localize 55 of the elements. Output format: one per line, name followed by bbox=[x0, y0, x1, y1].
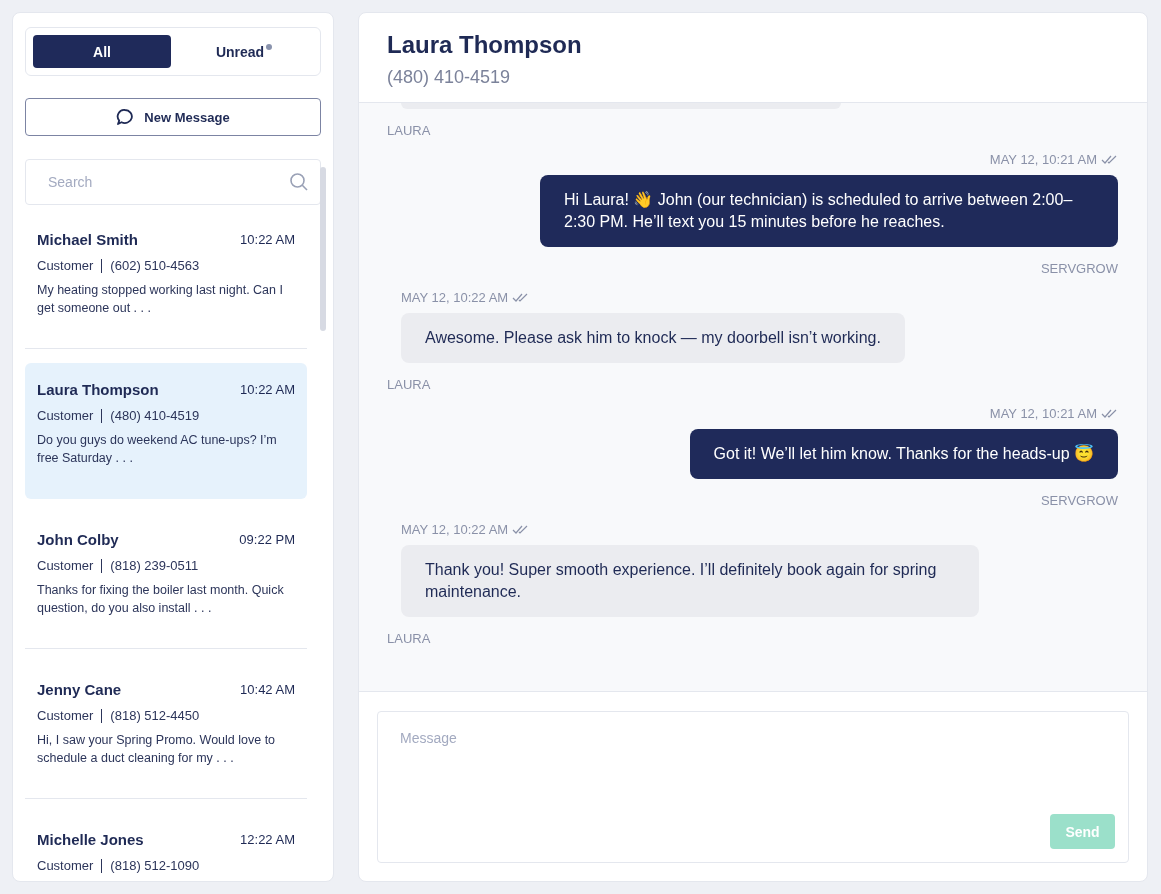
message-time: 10:22 AM bbox=[240, 382, 295, 397]
contact-role: Customer bbox=[37, 258, 94, 273]
message-preview: Hi, I saw your Spring Promo. Would love to schedule a duct cleaning for my . . . bbox=[37, 732, 277, 767]
contact-name: Laura Thompson bbox=[37, 381, 159, 398]
double-check-icon bbox=[1101, 155, 1118, 164]
double-check-icon bbox=[1101, 409, 1118, 418]
message-time: 09:22 PM bbox=[239, 532, 295, 547]
message-timestamp: MAY 12, 10:22 AM bbox=[401, 522, 509, 537]
message-bubble: Thank you! Super smooth experience. I’ll definitely book again for spring maintenance. bbox=[401, 545, 979, 617]
contact-name: Michelle Jones bbox=[37, 831, 144, 848]
contact-role: Customer bbox=[37, 408, 94, 423]
conversation-item[interactable]: Jenny Cane 10:42 AM Customer (818) 512-4450 Hi, I saw your Spring Promo. Would love to schedule a duct cleaning for my . . . bbox=[25, 663, 307, 799]
contact-name: Jenny Cane bbox=[37, 681, 122, 698]
message-time: 12:22 AM bbox=[240, 832, 295, 847]
chat-bubble-icon bbox=[116, 108, 135, 126]
conversation-item[interactable]: John Colby 09:22 PM Customer (818) 239-0511 Thanks for fixing the boiler last month. Quick question, do you also install . . . bbox=[25, 513, 307, 649]
contact-name: Michael Smith bbox=[37, 231, 138, 248]
contact-phone: (818) 512-4450 bbox=[110, 708, 200, 723]
message-time: 10:42 AM bbox=[240, 682, 295, 697]
contact-name: Laura Thompson bbox=[387, 31, 583, 59]
message-preview: My heating stopped working last night. Can I get someone out . . . bbox=[37, 282, 284, 317]
filter-tab[interactable]: All bbox=[33, 35, 171, 68]
message-bubble: Hi Laura! 👋 John (our technician) is scheduled to arrive between 2:00–2:30 PM. He’ll text you 15 minutes before he reaches. bbox=[540, 175, 1118, 247]
contact-phone: (602) 510-4563 bbox=[110, 258, 200, 273]
contact-role: Customer bbox=[37, 558, 94, 573]
message-timestamp: MAY 12, 10:22 AM bbox=[401, 290, 509, 305]
search-field[interactable]: Search bbox=[25, 159, 321, 205]
message-timestamp: MAY 12, 10:21 AM bbox=[989, 406, 1097, 421]
contact-phone: (480) 410-4519 bbox=[110, 408, 200, 423]
conversation-item[interactable]: Michelle Jones 12:22 AM Customer (818) 512-1090 bbox=[25, 813, 307, 881]
double-check-icon bbox=[512, 293, 530, 302]
sender-label: LAURA bbox=[387, 123, 431, 138]
search-icon bbox=[289, 172, 309, 192]
sender-label: LAURA bbox=[387, 631, 431, 646]
contact-phone: (818) 239-0511 bbox=[110, 558, 199, 573]
contact-name: John Colby bbox=[37, 531, 119, 548]
message-bubble: Got it! We’ll let him know. Thanks for the heads-up 😇 bbox=[689, 429, 1118, 479]
contact-role: Customer bbox=[37, 708, 94, 723]
conversation-item[interactable]: Michael Smith 10:22 AM Customer (602) 510-4563 My heating stopped working last night. Can I get someone out . . . bbox=[25, 213, 307, 349]
scrollbar[interactable] bbox=[320, 167, 326, 331]
contact-phone: (818) 512-1090 bbox=[110, 858, 200, 873]
message-bubble: Awesome. Please ask him to knock — my doorbell isn’t working. bbox=[401, 313, 905, 363]
conversation-item[interactable]: Laura Thompson 10:22 AM Customer (480) 410-4519 Do you guys do weekend AC tune-ups? I’m free Saturday . . . bbox=[25, 363, 307, 499]
sender-label: SERVGROW bbox=[1040, 261, 1118, 276]
filter-tab[interactable]: Unread bbox=[175, 35, 313, 68]
contact-phone: (480) 410-4519 bbox=[387, 67, 512, 88]
sender-label: SERVGROW bbox=[1040, 493, 1118, 508]
new-message-button[interactable]: New Message bbox=[25, 98, 321, 136]
sender-label: LAURA bbox=[387, 377, 431, 392]
contact-role: Customer bbox=[37, 858, 94, 873]
message-preview: Do you guys do weekend AC tune-ups? I’m free Saturday . . . bbox=[37, 432, 278, 467]
message-time: 10:22 AM bbox=[240, 232, 295, 247]
message-preview: Thanks for fixing the boiler last month. Quick question, do you also install . . . bbox=[37, 582, 285, 617]
message-timestamp: MAY 12, 10:21 AM bbox=[989, 152, 1097, 167]
double-check-icon bbox=[512, 525, 530, 534]
